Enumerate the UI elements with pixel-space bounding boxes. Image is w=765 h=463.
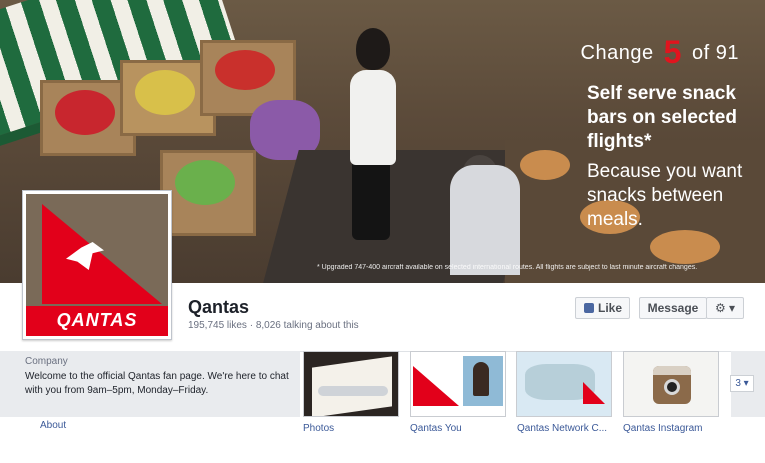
tab-photos-thumbnail[interactable] bbox=[303, 351, 399, 417]
tab-qantas-you[interactable]: Qantas You bbox=[410, 423, 462, 434]
like-button[interactable]: Like bbox=[575, 297, 630, 319]
more-apps-button[interactable]: 3 ▾ bbox=[730, 375, 754, 392]
ad-change-counter: Change 5 of 91 bbox=[581, 34, 739, 71]
ad-change-number: 5 bbox=[663, 34, 682, 70]
vendor-man bbox=[450, 165, 520, 275]
logo-wordmark: QANTAS bbox=[56, 310, 138, 330]
logo-tail bbox=[42, 204, 162, 304]
shopper-legs bbox=[352, 160, 390, 240]
pears bbox=[135, 70, 195, 115]
settings-dropdown-button[interactable]: ⚙ ▾ bbox=[706, 297, 744, 319]
gear-icon: ⚙ ▾ bbox=[714, 301, 736, 315]
airplane-fuselage bbox=[318, 386, 388, 396]
page-category: Company bbox=[25, 356, 68, 367]
apples bbox=[55, 90, 115, 135]
camera-lens-icon bbox=[664, 379, 680, 395]
ad-subline: Because you want snacks between meals. bbox=[587, 161, 743, 230]
page-title[interactable]: Qantas bbox=[188, 297, 249, 318]
shopper-head bbox=[356, 28, 390, 70]
qantas-logo-icon bbox=[413, 366, 459, 406]
bread-loaf bbox=[650, 230, 720, 264]
about-description: Welcome to the official Qantas fan page.… bbox=[25, 371, 289, 396]
qantas-logo: QANTAS bbox=[26, 194, 168, 336]
tab-qantas-you-thumbnail[interactable] bbox=[410, 351, 506, 417]
shopper-woman bbox=[350, 70, 396, 165]
tab-qantas-instagram-thumbnail[interactable] bbox=[623, 351, 719, 417]
tab-qantas-network-thumbnail[interactable] bbox=[516, 351, 612, 417]
message-label: Message bbox=[647, 301, 699, 315]
profile-picture[interactable]: QANTAS bbox=[22, 190, 172, 340]
ad-change-suffix: of 91 bbox=[692, 42, 739, 64]
person-photo bbox=[473, 362, 489, 396]
thumbs-up-icon bbox=[584, 303, 594, 313]
instagram-icon bbox=[653, 366, 691, 404]
tab-qantas-instagram[interactable]: Qantas Instagram bbox=[623, 423, 702, 434]
about-link[interactable]: About bbox=[40, 420, 66, 431]
bread-loaf bbox=[520, 150, 570, 180]
page-stats: 195,745 likes · 8,026 talking about this bbox=[188, 320, 359, 331]
instagram-strip bbox=[653, 366, 691, 375]
tomatoes bbox=[215, 50, 275, 90]
tab-qantas-network[interactable]: Qantas Network C... bbox=[517, 423, 607, 434]
like-label: Like bbox=[598, 301, 623, 315]
ad-footnote: * Upgraded 747-400 aircraft available on… bbox=[317, 264, 698, 271]
limes bbox=[175, 160, 235, 205]
ad-headline: Self serve snack bars on selected flight… bbox=[587, 83, 737, 152]
tab-photos[interactable]: Photos bbox=[303, 423, 334, 434]
message-button[interactable]: Message bbox=[639, 297, 707, 319]
ad-change-prefix: Change bbox=[580, 42, 654, 64]
